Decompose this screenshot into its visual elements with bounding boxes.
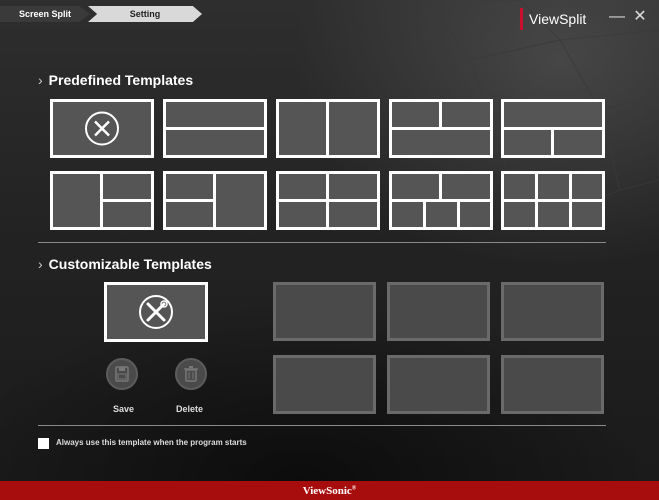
delete-button[interactable] [175, 358, 207, 390]
custom-template-slot[interactable] [273, 355, 376, 414]
chevron-right-icon: › [38, 256, 43, 272]
template-two-vertical[interactable] [276, 99, 380, 158]
section-divider [38, 242, 606, 243]
step-setting[interactable]: Setting [88, 6, 202, 22]
template-left-one-right-two[interactable] [50, 171, 154, 230]
template-top-two-bottom-three[interactable] [389, 171, 493, 230]
startup-template-label: Always use this template when the progra… [56, 438, 247, 447]
custom-template-slot[interactable] [387, 282, 490, 341]
floppy-disk-icon [115, 366, 129, 382]
customizable-section-title: › Customizable Templates [38, 256, 212, 272]
tools-icon [139, 295, 173, 329]
template-six-grid[interactable] [501, 171, 605, 230]
x-circle-icon [85, 111, 119, 146]
predefined-section-title: › Predefined Templates [38, 72, 193, 88]
predefined-title-text: Predefined Templates [48, 72, 194, 88]
registered-mark: ® [351, 485, 357, 492]
custom-template-slot[interactable] [273, 282, 376, 341]
close-button[interactable]: ✕ [632, 8, 648, 26]
section-divider [38, 425, 606, 426]
viewsonic-logo: ViewSonic® [0, 485, 659, 497]
save-label: Save [113, 404, 135, 414]
app-title: ViewSplit [529, 11, 587, 27]
title-accent-bar [520, 8, 523, 30]
chevron-right-icon: › [38, 72, 43, 88]
customizable-title-text: Customizable Templates [48, 256, 212, 272]
template-no-split[interactable] [50, 99, 154, 158]
save-button[interactable] [106, 358, 138, 390]
template-four-grid[interactable] [276, 171, 380, 230]
brand-name: ViewSonic [302, 485, 352, 497]
template-top-one-bottom-two[interactable] [501, 99, 605, 158]
custom-template-slot[interactable] [501, 282, 604, 341]
template-left-two-right-one[interactable] [163, 171, 267, 230]
custom-template-editor[interactable] [104, 282, 208, 342]
delete-label: Delete [176, 404, 204, 414]
template-top-two-bottom-one[interactable] [389, 99, 493, 158]
template-two-horizontal[interactable] [163, 99, 267, 158]
trash-icon [184, 366, 198, 382]
minimize-button[interactable]: — [609, 8, 625, 26]
step-screen-split[interactable]: Screen Split [0, 6, 90, 22]
custom-template-slot[interactable] [501, 355, 604, 414]
startup-template-checkbox[interactable] [38, 438, 49, 449]
custom-template-slot[interactable] [387, 355, 490, 414]
